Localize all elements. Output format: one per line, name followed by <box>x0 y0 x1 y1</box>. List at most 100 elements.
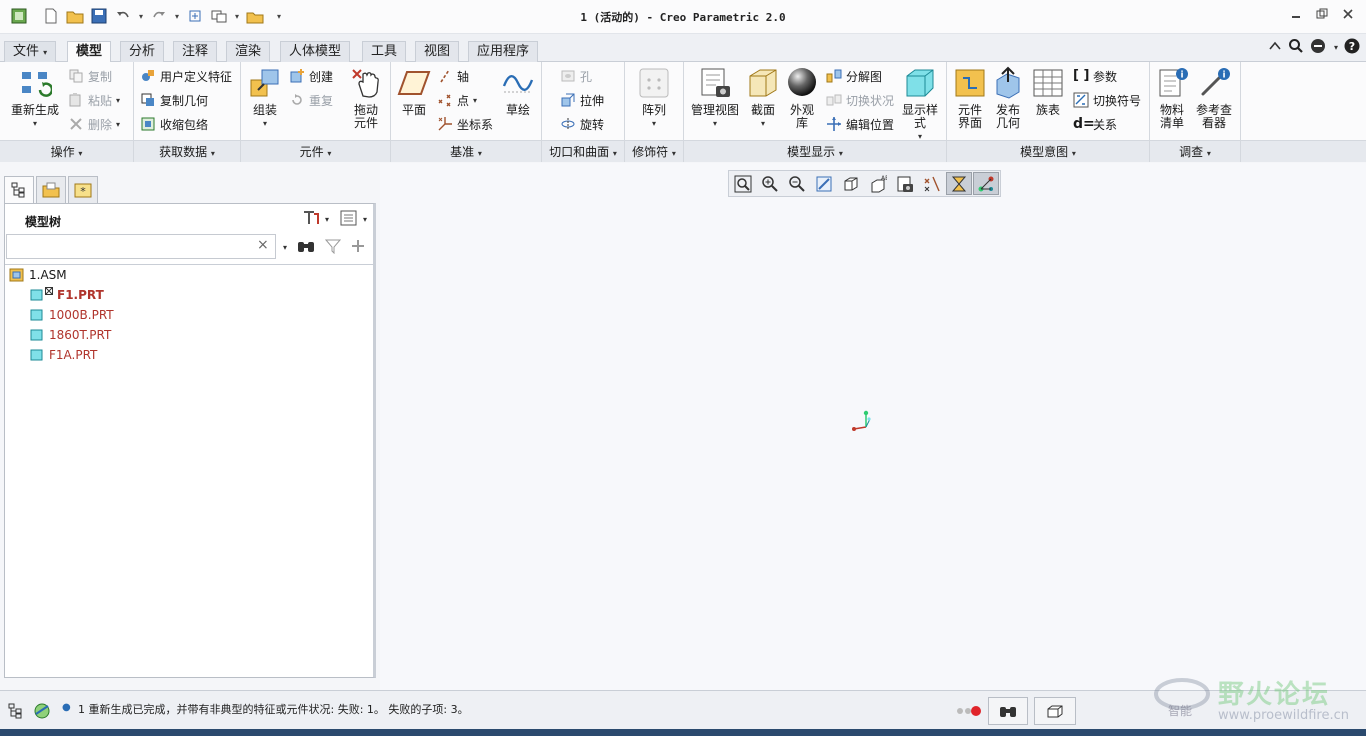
udf-button[interactable]: 用户定义特征 <box>140 66 232 86</box>
group-label-get-data[interactable]: 获取数据 ▾ <box>134 140 240 162</box>
regenerate-dropdown-icon[interactable]: ▾ <box>33 117 37 130</box>
show-options-icon[interactable] <box>339 209 359 230</box>
show-browser-icon[interactable] <box>32 702 52 723</box>
plane-button[interactable]: 平面 <box>395 66 433 117</box>
tree-item[interactable]: 1860T.PRT <box>29 326 111 344</box>
graphics-window[interactable] <box>380 163 1366 690</box>
refit-button[interactable] <box>730 172 756 195</box>
tree-item[interactable]: F1.PRT <box>29 286 104 304</box>
group-label-cut-surface[interactable]: 切口和曲面 ▾ <box>542 140 624 162</box>
tree-settings-dropdown-icon[interactable]: ▾ <box>325 215 329 224</box>
paste-button[interactable]: 粘贴 ▾ <box>68 90 120 110</box>
tab-view[interactable]: 视图 <box>415 41 460 62</box>
model-tree-search-input[interactable] <box>6 234 276 259</box>
tree-root[interactable]: 1.ASM <box>9 266 67 284</box>
collapse-ribbon-icon[interactable] <box>1268 39 1282 56</box>
tab-annotate[interactable]: 注释 <box>173 41 218 62</box>
tab-tools[interactable]: 工具 <box>362 41 407 62</box>
tab-render[interactable]: 渲染 <box>226 41 271 62</box>
search-icon[interactable] <box>1288 38 1304 57</box>
revolve-button[interactable]: 旋转 <box>560 114 604 134</box>
filter-icon[interactable] <box>324 238 342 257</box>
find-binoculars-icon[interactable] <box>297 238 315 257</box>
group-label-modifiers[interactable]: 修饰符 ▾ <box>625 140 683 162</box>
assemble-button[interactable]: 组装 ▾ <box>247 66 283 130</box>
tree-item[interactable]: 1000B.PRT <box>29 306 114 324</box>
view-manager-button[interactable] <box>892 172 918 195</box>
tab-analysis[interactable]: 分析 <box>120 41 165 62</box>
group-label-datum[interactable]: 基准 ▾ <box>391 140 541 162</box>
delete-button[interactable]: 删除 ▾ <box>68 114 120 134</box>
tab-model-tree[interactable] <box>4 176 34 204</box>
parameters-button[interactable]: [ ] 参数 <box>1073 66 1117 86</box>
edit-position-button[interactable]: 编辑位置 <box>826 114 894 134</box>
extrude-button[interactable]: 拉伸 <box>560 90 604 110</box>
show-navigator-icon[interactable] <box>8 703 24 722</box>
manage-views-button[interactable]: 管理视图 ▾ <box>688 66 742 130</box>
pattern-dropdown-icon[interactable]: ▾ <box>652 117 656 130</box>
assemble-dropdown-icon[interactable]: ▾ <box>263 117 267 130</box>
tab-manikin[interactable]: 人体模型 <box>280 41 351 62</box>
close-icon[interactable] <box>1342 8 1354 20</box>
group-label-model-display[interactable]: 模型显示 ▾ <box>684 140 946 162</box>
community-dropdown-icon[interactable]: ▾ <box>1334 43 1338 52</box>
shrinkwrap-button[interactable]: 收缩包络 <box>140 114 208 134</box>
section-dropdown-icon[interactable]: ▾ <box>761 117 765 130</box>
axis-button[interactable]: 轴 <box>437 66 469 86</box>
drag-component-button[interactable]: 拖动元件 <box>347 66 385 130</box>
component-interface-button[interactable]: 元件界面 <box>953 66 987 130</box>
reference-viewer-button[interactable]: i 参考查看器 <box>1194 66 1234 130</box>
tab-file[interactable]: 文件 ▾ <box>4 41 57 62</box>
group-label-operations[interactable]: 操作 ▾ <box>0 140 133 162</box>
find-button[interactable] <box>988 697 1028 725</box>
tab-applications[interactable]: 应用程序 <box>468 41 539 62</box>
selection-filter-button[interactable] <box>1034 697 1076 725</box>
hole-button[interactable]: 孔 <box>560 66 592 86</box>
appearance-gallery-button[interactable]: 外观库 <box>784 66 820 130</box>
search-dropdown-icon[interactable]: ▾ <box>283 243 287 252</box>
section-button[interactable]: 截面 ▾ <box>746 66 780 130</box>
publish-geometry-button[interactable]: 发布几何 <box>991 66 1025 130</box>
switch-symbol-button[interactable]: 切换符号 <box>1073 90 1141 110</box>
saved-orientations-button[interactable]: AB <box>865 172 891 195</box>
regenerate-button[interactable]: 重新生成 ▾ <box>8 66 62 130</box>
community-icon[interactable] <box>1310 38 1328 57</box>
zoom-out-button[interactable] <box>784 172 810 195</box>
family-table-button[interactable]: 族表 <box>1031 66 1065 117</box>
record-status-icon[interactable] <box>954 703 984 722</box>
group-label-component[interactable]: 元件 ▾ <box>241 140 390 162</box>
display-style-button[interactable]: 显示样式 ▾ <box>898 66 942 143</box>
group-label-model-intent[interactable]: 模型意图 ▾ <box>947 140 1149 162</box>
repaint-button[interactable] <box>811 172 837 195</box>
display-style-view-button[interactable] <box>838 172 864 195</box>
toggle-status-button[interactable]: 切换状况 <box>826 90 894 110</box>
explode-view-button[interactable]: 分解图 <box>826 66 882 86</box>
copy-button[interactable]: 复制 <box>68 66 112 86</box>
tab-favorites[interactable]: * <box>68 176 98 204</box>
copy-geometry-button[interactable]: 复制几何 <box>140 90 208 110</box>
manage-views-dropdown-icon[interactable]: ▾ <box>713 117 717 130</box>
help-icon[interactable]: ? <box>1344 38 1360 57</box>
point-button[interactable]: 点 ▾ <box>437 90 477 110</box>
tab-model[interactable]: 模型 <box>67 41 112 63</box>
zoom-in-button[interactable] <box>757 172 783 195</box>
add-column-icon[interactable] <box>351 239 365 256</box>
create-component-button[interactable]: 创建 <box>289 66 333 86</box>
datum-display-filters-button[interactable] <box>919 172 945 195</box>
relations-button[interactable]: d= 关系 <box>1073 114 1117 134</box>
bom-button[interactable]: i 物料清单 <box>1154 66 1190 130</box>
spin-center-button[interactable] <box>946 172 972 195</box>
restore-icon[interactable] <box>1316 8 1328 20</box>
annotation-display-button[interactable] <box>973 172 999 195</box>
clear-search-icon[interactable]: × <box>257 237 269 253</box>
tree-settings-icon[interactable] <box>301 209 321 230</box>
show-options-dropdown-icon[interactable]: ▾ <box>363 215 367 224</box>
sketch-button[interactable]: 草绘 <box>501 66 535 117</box>
group-label-investigate[interactable]: 调查 ▾ <box>1150 140 1240 162</box>
tree-item[interactable]: F1A.PRT <box>29 346 97 364</box>
tab-folder-browser[interactable] <box>36 176 66 204</box>
repeat-button[interactable]: 重复 <box>289 90 333 110</box>
csys-button[interactable]: 坐标系 <box>437 114 493 134</box>
minimize-icon[interactable] <box>1290 8 1302 20</box>
pattern-button[interactable]: 阵列 ▾ <box>637 66 671 130</box>
